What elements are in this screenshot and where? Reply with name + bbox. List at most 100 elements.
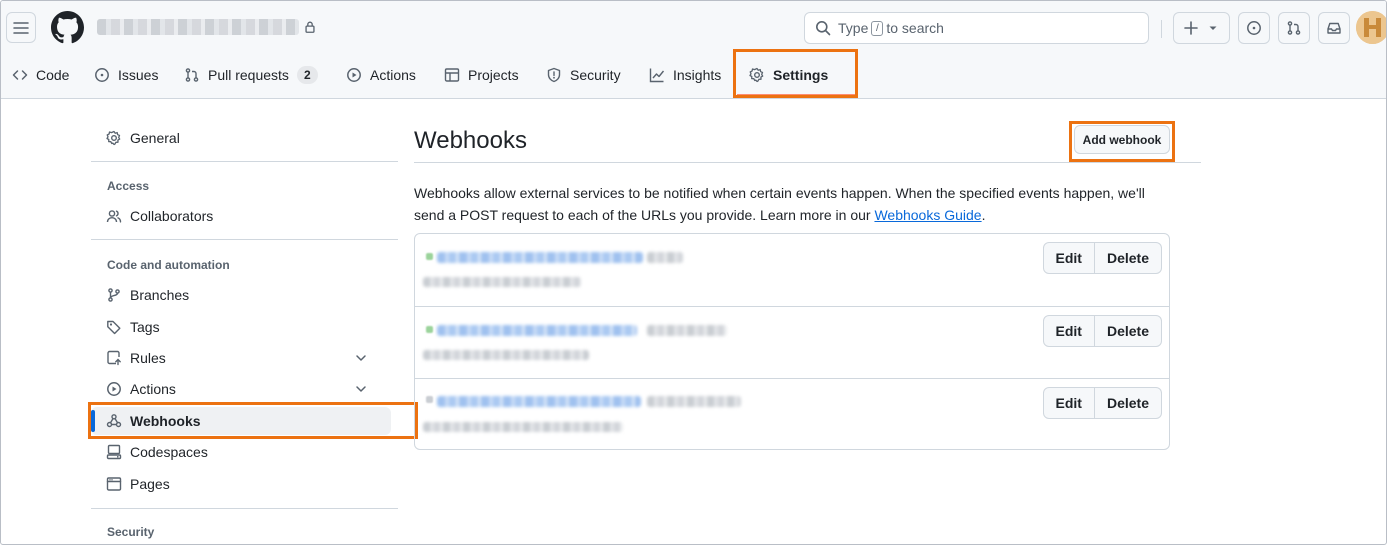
webhook-url-redacted[interactable] [437,396,641,407]
people-icon [106,210,122,223]
webhook-status-icon [426,326,433,333]
webhook-last-delivery-redacted [423,350,589,360]
search-placeholder-suffix: to search [886,20,944,36]
page-title: Webhooks [414,127,527,154]
gear-icon [106,130,121,146]
tab-pull-requests[interactable]: Pull requests 2 [184,53,318,97]
search-shortcut-key: / [871,20,884,36]
tab-projects-label: Projects [468,67,519,83]
search-placeholder-prefix: Type [838,20,869,36]
settings-tab-highlight [733,49,858,98]
sidebar-divider [91,239,398,240]
sidebar-heading-security: Security [107,525,155,539]
webhook-url-redacted[interactable] [437,325,637,336]
inbox-button[interactable] [1318,12,1350,44]
sidebar-item-rules[interactable]: Rules [91,345,391,371]
tab-code[interactable]: Code [12,53,69,97]
avatar-image-icon [1356,11,1386,44]
delete-webhook-button[interactable]: Delete [1094,242,1162,274]
delete-webhook-button[interactable]: Delete [1094,387,1162,419]
lock-icon [305,21,315,33]
webhook-actions: Edit Delete [1042,315,1162,347]
global-header: Type / to search Code Issues Pull reques… [1,1,1386,99]
plus-icon [1183,21,1198,35]
webhook-last-delivery-redacted [423,422,623,432]
create-new-button[interactable] [1173,12,1230,44]
triangle-down-icon [1209,26,1216,30]
pull-requests-button[interactable] [1278,12,1310,44]
description-text: Webhooks allow external services to be n… [414,185,1145,223]
header-divider [1161,20,1162,38]
inbox-icon [1327,22,1341,34]
webhook-actions: Edit Delete [1042,242,1162,274]
tag-icon [107,320,121,335]
delete-webhook-button[interactable]: Delete [1094,315,1162,347]
tab-pull-requests-label: Pull requests [208,67,289,83]
user-avatar[interactable] [1356,11,1386,44]
tab-actions-label: Actions [370,67,416,83]
tab-security[interactable]: Security [546,53,621,97]
sidebar-item-tags[interactable]: Tags [91,314,391,340]
tab-security-label: Security [570,67,621,83]
webhook-row: Edit Delete [415,234,1169,306]
chevron-down-icon[interactable] [353,381,369,397]
sidebar-item-label: Pages [130,476,170,492]
webhooks-item-highlight [88,402,418,439]
webhook-list: Edit Delete Edit Delete Edit Delete [414,233,1170,450]
search-input[interactable]: Type / to search [804,12,1149,44]
webhooks-guide-link[interactable]: Webhooks Guide [874,207,981,223]
edit-webhook-button[interactable]: Edit [1042,387,1095,419]
sidebar-item-label: Tags [130,319,160,335]
webhook-url-redacted[interactable] [437,252,643,263]
webhook-events-redacted [647,252,683,263]
menu-button[interactable] [6,12,36,43]
sidebar-item-pages[interactable]: Pages [91,471,391,497]
tab-issues[interactable]: Issues [94,53,158,97]
tab-issues-label: Issues [118,67,159,83]
webhook-last-delivery-redacted [423,277,581,287]
tab-code-label: Code [36,67,70,83]
edit-webhook-button[interactable]: Edit [1042,315,1095,347]
edit-webhook-button[interactable]: Edit [1042,242,1095,274]
pull-request-icon [185,68,199,82]
webhook-row: Edit Delete [415,306,1169,378]
sidebar-item-general[interactable]: General [91,125,391,151]
sidebar-divider [91,161,398,162]
git-branch-icon [108,288,120,302]
graph-icon [649,68,665,83]
sidebar-item-branches[interactable]: Branches [91,282,391,308]
webhook-status-icon [426,253,433,260]
browser-icon [106,477,122,491]
issues-button[interactable] [1238,12,1270,44]
tab-projects[interactable]: Projects [444,53,519,97]
play-icon [347,68,361,82]
github-logo-icon[interactable] [51,11,84,44]
sidebar-heading-code-automation: Code and automation [107,258,230,272]
hamburger-icon [13,21,29,34]
sidebar-item-codespaces[interactable]: Codespaces [91,439,391,465]
table-icon [444,68,460,82]
sidebar-item-collaborators[interactable]: Collaborators [91,203,391,229]
sidebar-item-label: Branches [130,287,190,303]
add-webhook-highlight [1069,121,1175,162]
webhooks-description: Webhooks allow external services to be n… [414,182,1174,226]
chevron-down-icon[interactable] [353,350,369,366]
webhook-events-redacted [647,325,727,336]
description-end: . [981,207,986,223]
webhook-events-redacted [647,396,741,407]
code-icon [12,70,28,80]
sidebar-item-label: General [130,130,180,146]
sidebar-item-actions[interactable]: Actions [91,376,391,402]
sidebar-item-label: Codespaces [130,444,208,460]
tab-insights[interactable]: Insights [649,53,721,97]
webhook-row: Edit Delete [415,378,1169,450]
play-icon [107,382,121,396]
tab-insights-label: Insights [673,67,722,83]
tab-actions[interactable]: Actions [346,53,416,97]
sidebar-divider [91,508,398,509]
search-icon [816,21,831,36]
shield-icon [547,67,561,83]
sidebar-item-label: Collaborators [130,208,214,224]
repository-name-redacted[interactable] [97,19,299,35]
issue-icon [95,68,109,82]
